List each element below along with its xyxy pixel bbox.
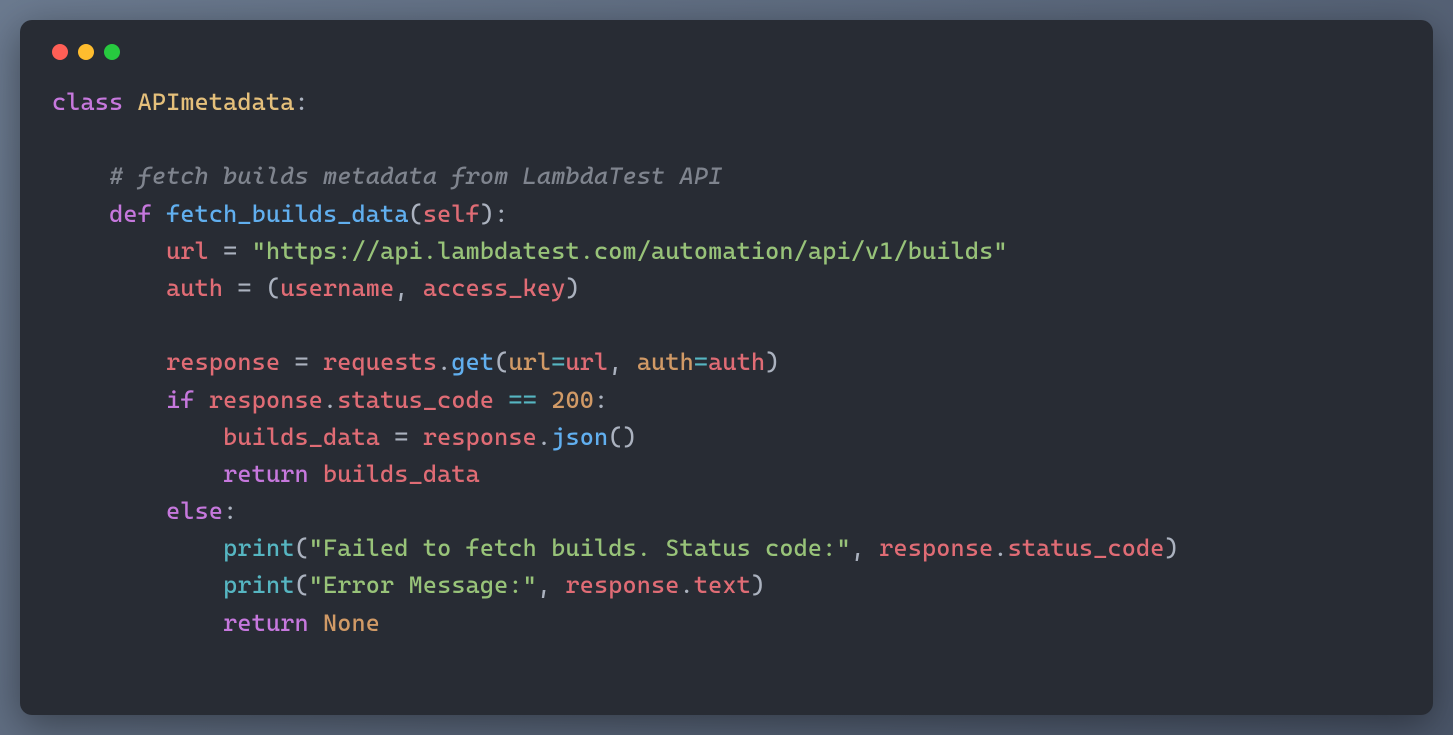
- call-print: print: [223, 571, 294, 599]
- var-response: response: [209, 386, 323, 414]
- colon: :: [294, 88, 308, 116]
- var-username: username: [280, 274, 394, 302]
- call-json: json: [551, 423, 608, 451]
- var-auth: auth: [166, 274, 223, 302]
- colon: :: [223, 497, 237, 525]
- kwarg-url: url: [508, 348, 551, 376]
- none-literal: None: [323, 609, 380, 637]
- kwarg-auth: auth: [637, 348, 694, 376]
- var-builds-data: builds_data: [223, 423, 380, 451]
- colon: :: [594, 386, 608, 414]
- var-auth: auth: [708, 348, 765, 376]
- equals: =: [280, 348, 323, 376]
- keyword-if: if: [166, 386, 195, 414]
- equals-op: =: [694, 348, 708, 376]
- code-window: class APImetadata: # fetch builds metada…: [20, 20, 1433, 715]
- rparen: ): [480, 200, 494, 228]
- equals-op: =: [551, 348, 565, 376]
- var-response: response: [879, 534, 993, 562]
- var-response: response: [166, 348, 280, 376]
- keyword-def: def: [109, 200, 152, 228]
- var-response: response: [423, 423, 537, 451]
- equals: =: [223, 274, 266, 302]
- maximize-icon[interactable]: [104, 44, 120, 60]
- keyword-return: return: [223, 460, 309, 488]
- dot: .: [323, 386, 337, 414]
- comma: ,: [608, 348, 637, 376]
- close-icon[interactable]: [52, 44, 68, 60]
- code-block: class APImetadata: # fetch builds metada…: [52, 84, 1401, 642]
- string-failed: "Failed to fetch builds. Status code:": [309, 534, 851, 562]
- lparen: (: [608, 423, 622, 451]
- equals: =: [209, 237, 252, 265]
- comma: ,: [851, 534, 880, 562]
- self-param: self: [423, 200, 480, 228]
- number-200: 200: [551, 386, 594, 414]
- rparen: ): [751, 571, 765, 599]
- lparen: (: [494, 348, 508, 376]
- eqeq: ==: [494, 386, 551, 414]
- comma: ,: [394, 274, 423, 302]
- prop-status-code: status_code: [337, 386, 494, 414]
- lparen: (: [294, 534, 308, 562]
- keyword-return: return: [223, 609, 309, 637]
- keyword-class: class: [52, 88, 123, 116]
- rparen: ): [1165, 534, 1179, 562]
- string-url: "https://api.lambdatest.com/automation/a…: [252, 237, 1008, 265]
- equals: =: [380, 423, 423, 451]
- call-print: print: [223, 534, 294, 562]
- string-error: "Error Message:": [309, 571, 537, 599]
- comment: # fetch builds metadata from LambdaTest …: [109, 162, 722, 190]
- lparen: (: [294, 571, 308, 599]
- rparen: ): [566, 274, 580, 302]
- colon: :: [494, 200, 508, 228]
- class-name: APImetadata: [138, 88, 295, 116]
- dot: .: [993, 534, 1007, 562]
- var-url: url: [166, 237, 209, 265]
- prop-text: text: [694, 571, 751, 599]
- prop-status-code: status_code: [1008, 534, 1165, 562]
- function-name: fetch_builds_data: [166, 200, 408, 228]
- module-requests: requests: [323, 348, 437, 376]
- var-builds-data: builds_data: [323, 460, 480, 488]
- var-access-key: access_key: [423, 274, 566, 302]
- keyword-else: else: [166, 497, 223, 525]
- comma: ,: [537, 571, 566, 599]
- window-controls: [52, 44, 1401, 60]
- rparen: ): [765, 348, 779, 376]
- lparen: (: [409, 200, 423, 228]
- var-response: response: [565, 571, 679, 599]
- dot: .: [437, 348, 451, 376]
- minimize-icon[interactable]: [78, 44, 94, 60]
- rparen: ): [623, 423, 637, 451]
- lparen: (: [266, 274, 280, 302]
- dot: .: [537, 423, 551, 451]
- dot: .: [680, 571, 694, 599]
- var-url: url: [566, 348, 609, 376]
- call-get: get: [451, 348, 494, 376]
